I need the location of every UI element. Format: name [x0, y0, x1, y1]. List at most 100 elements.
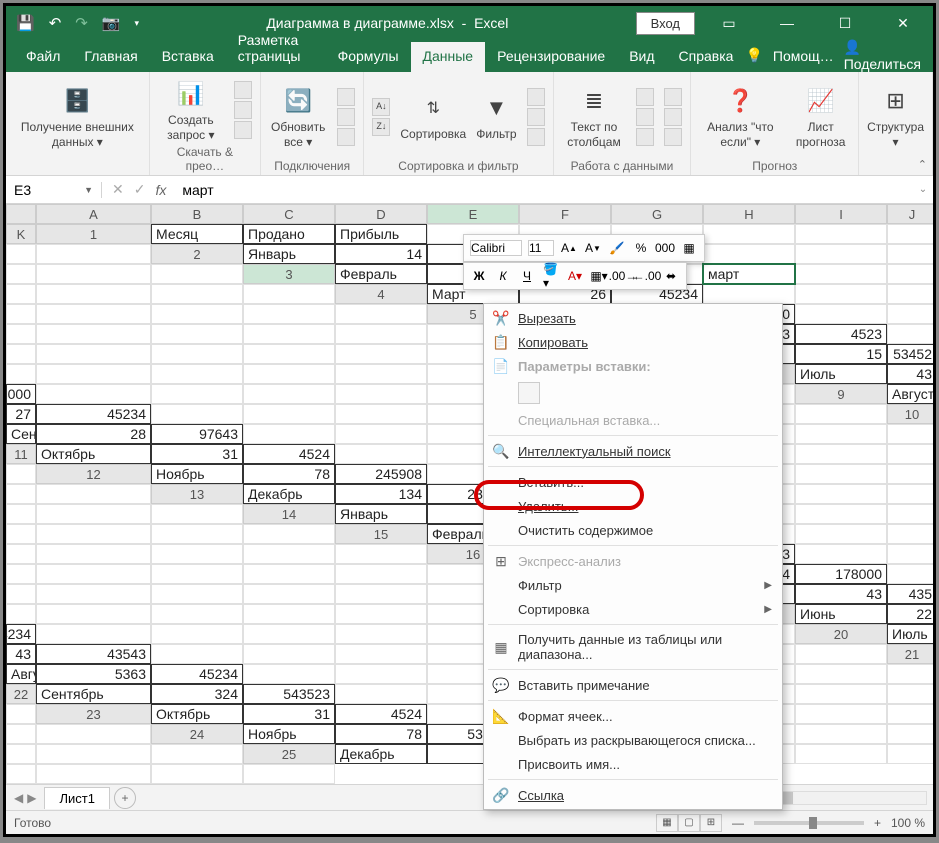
- cell[interactable]: [151, 364, 243, 384]
- save-icon[interactable]: 💾: [16, 14, 35, 32]
- cell[interactable]: [151, 344, 243, 364]
- font-size-input[interactable]: [528, 240, 554, 256]
- cell[interactable]: [243, 644, 335, 664]
- cell[interactable]: 45234: [151, 664, 243, 684]
- cell[interactable]: Продано: [243, 224, 335, 244]
- zoom-out-icon[interactable]: —: [732, 816, 744, 830]
- cell[interactable]: [6, 704, 36, 724]
- menu-cut[interactable]: ✂️Вырезать: [484, 306, 782, 330]
- get-external-data-button[interactable]: 🗄️ Получение внешних данных ▾: [14, 84, 141, 149]
- cell[interactable]: Прибыль: [335, 224, 427, 244]
- cell[interactable]: [335, 424, 427, 444]
- menu-pick-from-list[interactable]: Выбрать из раскрывающегося списка...: [484, 728, 782, 752]
- outline-button[interactable]: ⊞ Структура ▾: [867, 84, 924, 149]
- font-color-icon[interactable]: A▾: [566, 267, 584, 285]
- cell[interactable]: [36, 244, 151, 264]
- cell[interactable]: [151, 744, 243, 764]
- cell[interactable]: [6, 284, 36, 304]
- data-model-icon[interactable]: [664, 128, 682, 146]
- cell[interactable]: [335, 444, 427, 464]
- recent-sources-icon[interactable]: [234, 121, 252, 139]
- cell[interactable]: [36, 324, 151, 344]
- cell[interactable]: [887, 564, 933, 584]
- cell[interactable]: [151, 404, 243, 424]
- cell[interactable]: [887, 684, 933, 704]
- cell[interactable]: 4524: [243, 444, 335, 464]
- cell[interactable]: [243, 584, 335, 604]
- cell[interactable]: 43: [6, 644, 36, 664]
- cell[interactable]: [335, 604, 427, 624]
- cell[interactable]: [36, 384, 151, 404]
- view-buttons[interactable]: ▦ ▢ ⊞: [656, 814, 722, 832]
- menu-smart-lookup[interactable]: 🔍Интеллектуальный поиск: [484, 439, 782, 463]
- sort-desc-icon[interactable]: Z↓: [372, 118, 390, 136]
- cell[interactable]: [243, 564, 335, 584]
- clipboard-icon[interactable]: [518, 382, 540, 404]
- menu-clear-contents[interactable]: Очистить содержимое: [484, 518, 782, 542]
- cell[interactable]: [151, 584, 243, 604]
- cell[interactable]: [36, 724, 151, 744]
- cell[interactable]: [6, 304, 36, 324]
- cell[interactable]: [335, 304, 427, 324]
- cell[interactable]: [36, 504, 151, 524]
- underline-icon[interactable]: Ч: [518, 267, 536, 285]
- decrease-font-icon[interactable]: A▼: [584, 239, 602, 257]
- menu-filter[interactable]: Фильтр▶: [484, 573, 782, 597]
- cell[interactable]: 31: [243, 704, 335, 724]
- comma-style-icon[interactable]: 000: [656, 239, 674, 257]
- text-to-columns-button[interactable]: ≣ Текст по столбцам: [562, 84, 627, 149]
- add-sheet-button[interactable]: +: [114, 787, 136, 809]
- cell[interactable]: [36, 584, 151, 604]
- cell[interactable]: 43: [795, 584, 887, 604]
- camera-icon[interactable]: 📷: [102, 14, 121, 32]
- cell[interactable]: [243, 304, 335, 324]
- remove-duplicates-icon[interactable]: [636, 108, 654, 126]
- cell[interactable]: [6, 584, 36, 604]
- cell[interactable]: [795, 264, 887, 284]
- row-header[interactable]: 3: [243, 264, 335, 284]
- clear-filter-icon[interactable]: [527, 88, 545, 106]
- filter-options[interactable]: [527, 88, 545, 146]
- bold-button[interactable]: Ж: [470, 267, 488, 285]
- cell[interactable]: [243, 364, 335, 384]
- tab-formulas[interactable]: Формулы: [326, 42, 411, 72]
- cell[interactable]: [6, 264, 36, 284]
- cell[interactable]: Сентябрь: [6, 424, 36, 444]
- cell[interactable]: [795, 744, 887, 764]
- cell[interactable]: [36, 764, 151, 784]
- cell[interactable]: [151, 264, 243, 284]
- cell[interactable]: [795, 464, 887, 484]
- menu-copy[interactable]: 📋Копировать: [484, 330, 782, 354]
- cell[interactable]: [887, 504, 933, 524]
- cell[interactable]: [243, 424, 335, 444]
- cell[interactable]: 134: [335, 484, 427, 504]
- cell[interactable]: [795, 244, 887, 264]
- cell[interactable]: Август: [6, 664, 36, 684]
- cell[interactable]: [335, 364, 427, 384]
- cell[interactable]: [6, 744, 36, 764]
- cell[interactable]: [795, 404, 887, 424]
- col-header[interactable]: D: [335, 204, 427, 224]
- row-header[interactable]: 22: [6, 684, 36, 704]
- cell[interactable]: [36, 264, 151, 284]
- cell[interactable]: [335, 564, 427, 584]
- increase-font-icon[interactable]: A▲: [560, 239, 578, 257]
- new-query-button[interactable]: 📊 Создать запрос ▾: [158, 77, 224, 142]
- reapply-icon[interactable]: [527, 108, 545, 126]
- cell[interactable]: [151, 324, 243, 344]
- increase-decimal-icon[interactable]: .00→: [614, 267, 632, 285]
- cell[interactable]: [887, 264, 933, 284]
- cell[interactable]: [335, 684, 427, 704]
- cell[interactable]: [36, 564, 151, 584]
- cell[interactable]: [795, 284, 887, 304]
- cell[interactable]: [887, 704, 933, 724]
- cell[interactable]: [335, 624, 427, 644]
- tab-scroll-left-icon[interactable]: ◀: [14, 791, 23, 805]
- cell[interactable]: [6, 724, 36, 744]
- tellme-icon[interactable]: 💡: [745, 47, 762, 64]
- cell[interactable]: [36, 604, 151, 624]
- cell[interactable]: [36, 364, 151, 384]
- page-layout-view-icon[interactable]: ▢: [678, 814, 700, 832]
- menu-hyperlink[interactable]: 🔗Ссылка: [484, 783, 782, 807]
- col-header[interactable]: F: [519, 204, 611, 224]
